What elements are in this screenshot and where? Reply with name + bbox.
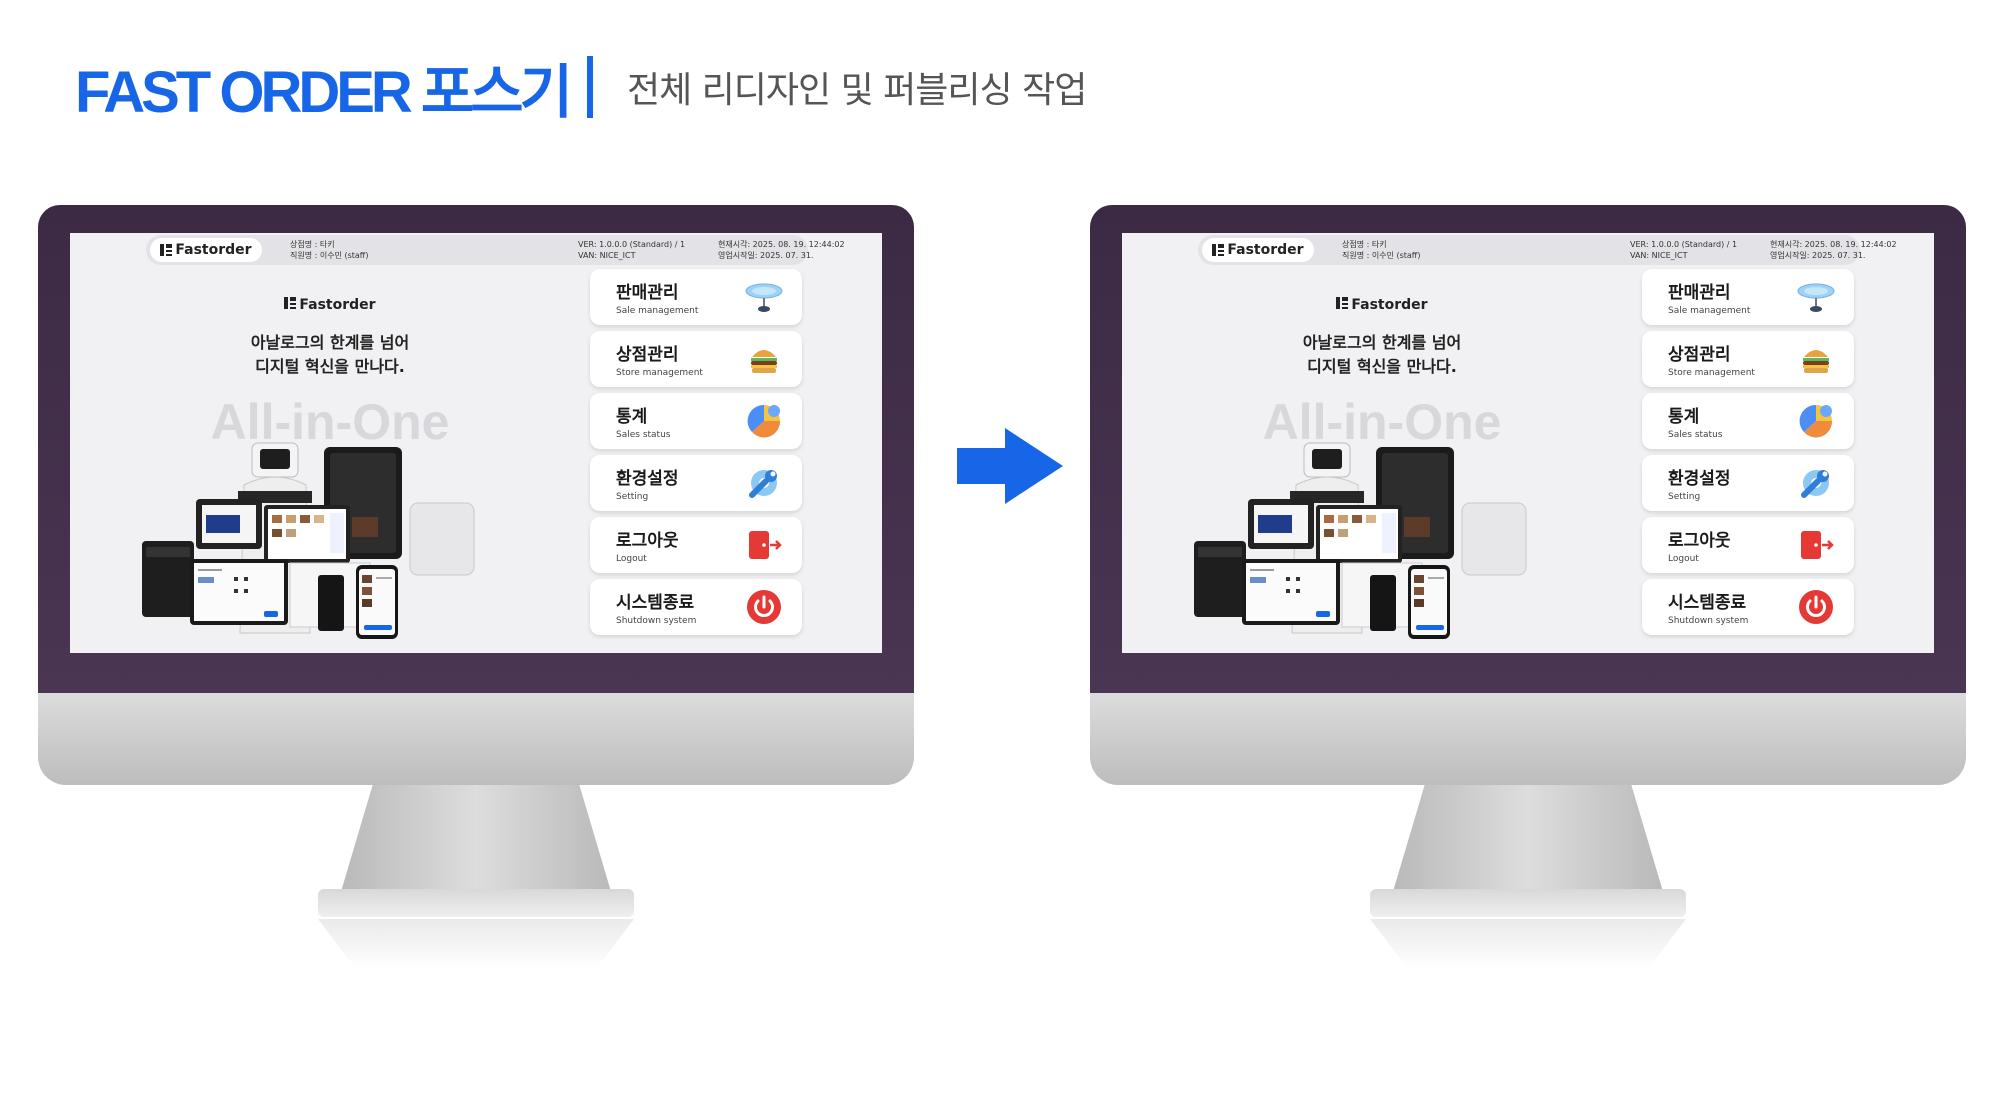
menu-label: 시스템종료 [1668, 593, 1747, 613]
menu-label: 시스템종료 [616, 593, 695, 613]
pos-devices-illustration [1194, 442, 1527, 639]
pie-chart-icon [744, 401, 784, 441]
hero-logo: Fastorder [1292, 297, 1472, 313]
logout-door-icon [1796, 525, 1836, 565]
menu-sublabel: Store management [616, 368, 703, 378]
hero-headline-1: 아날로그의 한계를 넘어 [250, 333, 410, 352]
pos-devices-illustration [142, 442, 475, 639]
monitor-neck [340, 785, 612, 895]
pos-screen: Fastorder 상점명 : 타키 직원명 : 이수민 (staff) VER… [70, 233, 882, 653]
page-title: FAST ORDER 포스기 [75, 60, 573, 125]
menu-label: 환경설정 [616, 469, 679, 489]
monitor-base [318, 889, 634, 917]
menu-card-store-management[interactable]: 상점관리 Store management [590, 331, 802, 387]
fastorder-logo-icon [160, 244, 173, 256]
menu-sublabel: Store management [1668, 368, 1755, 378]
menu-label: 로그아웃 [1668, 531, 1731, 551]
pos-logo[interactable]: Fastorder [150, 238, 262, 262]
hero-logo: Fastorder [240, 297, 420, 313]
store-name: 상점명 : 타키 [1342, 240, 1387, 249]
menu-label: 로그아웃 [616, 531, 679, 551]
menu-card-sale-management[interactable]: 판매관리 Sale management [1642, 269, 1854, 325]
staff-name: 직원명 : 이수민 (staff) [1342, 251, 1421, 260]
hero-logo-text: Fastorder [1351, 297, 1428, 313]
current-time: 현재시각: 2025. 08. 19. 12:44:02 [1770, 240, 1897, 249]
menu-sublabel: Logout [616, 554, 647, 564]
fastorder-logo-icon [1212, 244, 1225, 256]
menu-label: 환경설정 [1668, 469, 1731, 489]
menu-card-sales-status[interactable]: 통계 Sales status [590, 393, 802, 449]
van-info: VAN: NICE_ICT [1630, 251, 1688, 260]
current-time: 현재시각: 2025. 08. 19. 12:44:02 [718, 240, 845, 249]
menu-sublabel: Shutdown system [1668, 616, 1749, 626]
monitor-after: Fastorder 상점명 : 타키 직원명 : 이수민 (staff) VER… [1090, 205, 1966, 985]
burger-icon [1796, 339, 1836, 379]
menu-sublabel: Sales status [616, 430, 671, 440]
menu-sublabel: Setting [1668, 492, 1701, 502]
menu-sublabel: Sales status [1668, 430, 1723, 440]
open-date: 영업시작일: 2025. 07. 31. [1770, 251, 1866, 260]
menu-label: 통계 [616, 407, 648, 427]
menu-label: 판매관리 [1668, 283, 1731, 303]
menu-label: 상점관리 [616, 345, 679, 365]
menu-card-sales-status[interactable]: 통계 Sales status [1642, 393, 1854, 449]
monitor-neck [1392, 785, 1664, 895]
menu-card-setting[interactable]: 환경설정 Setting [590, 455, 802, 511]
page-header: FAST ORDER 포스기 전체 리디자인 및 퍼블리싱 작업 [75, 52, 1087, 125]
pos-logo-text: Fastorder [1227, 242, 1304, 258]
hero-headline-2: 디지털 혁신을 만나다. [1307, 357, 1457, 376]
power-icon [1796, 587, 1836, 627]
pos-logo-text: Fastorder [175, 242, 252, 258]
pie-chart-icon [1796, 401, 1836, 441]
page-subtitle: 전체 리디자인 및 퍼블리싱 작업 [627, 70, 1087, 111]
menu-label: 상점관리 [1668, 345, 1731, 365]
pos-status-bar: Fastorder 상점명 : 타키 직원명 : 이수민 (staff) VER… [1198, 235, 1897, 265]
menu-sublabel: Shutdown system [616, 616, 697, 626]
menu-card-setting[interactable]: 환경설정 Setting [1642, 455, 1854, 511]
menu-card-store-management[interactable]: 상점관리 Store management [1642, 331, 1854, 387]
monitor-base [1370, 889, 1686, 917]
burger-icon [744, 339, 784, 379]
menu-card-sale-management[interactable]: 판매관리 Sale management [590, 269, 802, 325]
menu-sublabel: Sale management [1668, 306, 1751, 316]
version-info: VER: 1.0.0.0 (Standard) / 1 [1630, 240, 1738, 249]
hero-logo-text: Fastorder [299, 297, 376, 313]
wrench-gear-icon [744, 463, 784, 503]
fastorder-logo-icon [1336, 297, 1349, 309]
wrench-gear-icon [1796, 463, 1836, 503]
menu-card-logout[interactable]: 로그아웃 Logout [590, 517, 802, 573]
menu-card-shutdown-system[interactable]: 시스템종료 Shutdown system [1642, 579, 1854, 635]
hologram-disc-icon [744, 277, 784, 317]
pos-status-bar: Fastorder 상점명 : 타키 직원명 : 이수민 (staff) VER… [146, 235, 845, 265]
fastorder-logo-icon [284, 297, 297, 309]
pos-logo[interactable]: Fastorder [1202, 238, 1314, 262]
menu-label: 판매관리 [616, 283, 679, 303]
monitor-reflection [1370, 919, 1686, 969]
hero-headline-1: 아날로그의 한계를 넘어 [1302, 333, 1462, 352]
title-divider [587, 56, 593, 118]
hologram-disc-icon [1796, 277, 1836, 317]
store-name: 상점명 : 타키 [290, 240, 335, 249]
menu-sublabel: Sale management [616, 306, 699, 316]
monitor-chin [1090, 693, 1966, 785]
pos-screen: Fastorder 상점명 : 타키 직원명 : 이수민 (staff) VER… [1122, 233, 1934, 653]
menu-sublabel: Logout [1668, 554, 1699, 564]
logout-door-icon [744, 525, 784, 565]
open-date: 영업시작일: 2025. 07. 31. [718, 251, 814, 260]
menu-sublabel: Setting [616, 492, 649, 502]
power-icon [744, 587, 784, 627]
staff-name: 직원명 : 이수민 (staff) [290, 251, 369, 260]
monitor-chin [38, 693, 914, 785]
arrow-right-icon [957, 428, 1063, 504]
monitor-before: Fastorder 상점명 : 타키 직원명 : 이수민 (staff) VER… [38, 205, 914, 985]
monitor-reflection [318, 919, 634, 969]
menu-label: 통계 [1668, 407, 1700, 427]
hero-headline-2: 디지털 혁신을 만나다. [255, 357, 405, 376]
van-info: VAN: NICE_ICT [578, 251, 636, 260]
version-info: VER: 1.0.0.0 (Standard) / 1 [578, 240, 686, 249]
menu-card-logout[interactable]: 로그아웃 Logout [1642, 517, 1854, 573]
menu-card-shutdown-system[interactable]: 시스템종료 Shutdown system [590, 579, 802, 635]
